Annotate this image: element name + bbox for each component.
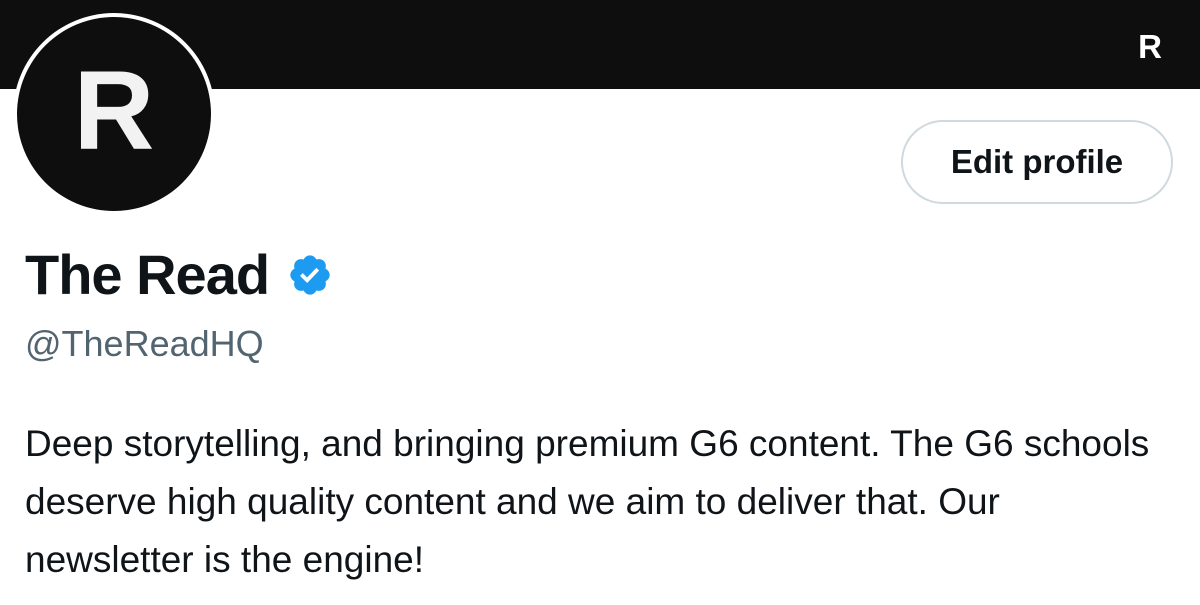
display-name: The Read bbox=[25, 243, 270, 306]
verified-badge-icon[interactable] bbox=[287, 252, 333, 298]
avatar-letter: R bbox=[73, 48, 155, 173]
avatar-image: R bbox=[17, 17, 211, 211]
profile-bio: Deep storytelling, and bringing premium … bbox=[25, 423, 1150, 580]
banner-logo-mark: R bbox=[1138, 28, 1162, 65]
edit-profile-button[interactable]: Edit profile bbox=[901, 120, 1173, 204]
display-name-row: The Read bbox=[25, 243, 333, 307]
user-handle: @TheReadHQ bbox=[25, 323, 264, 364]
avatar[interactable]: R bbox=[13, 13, 215, 215]
